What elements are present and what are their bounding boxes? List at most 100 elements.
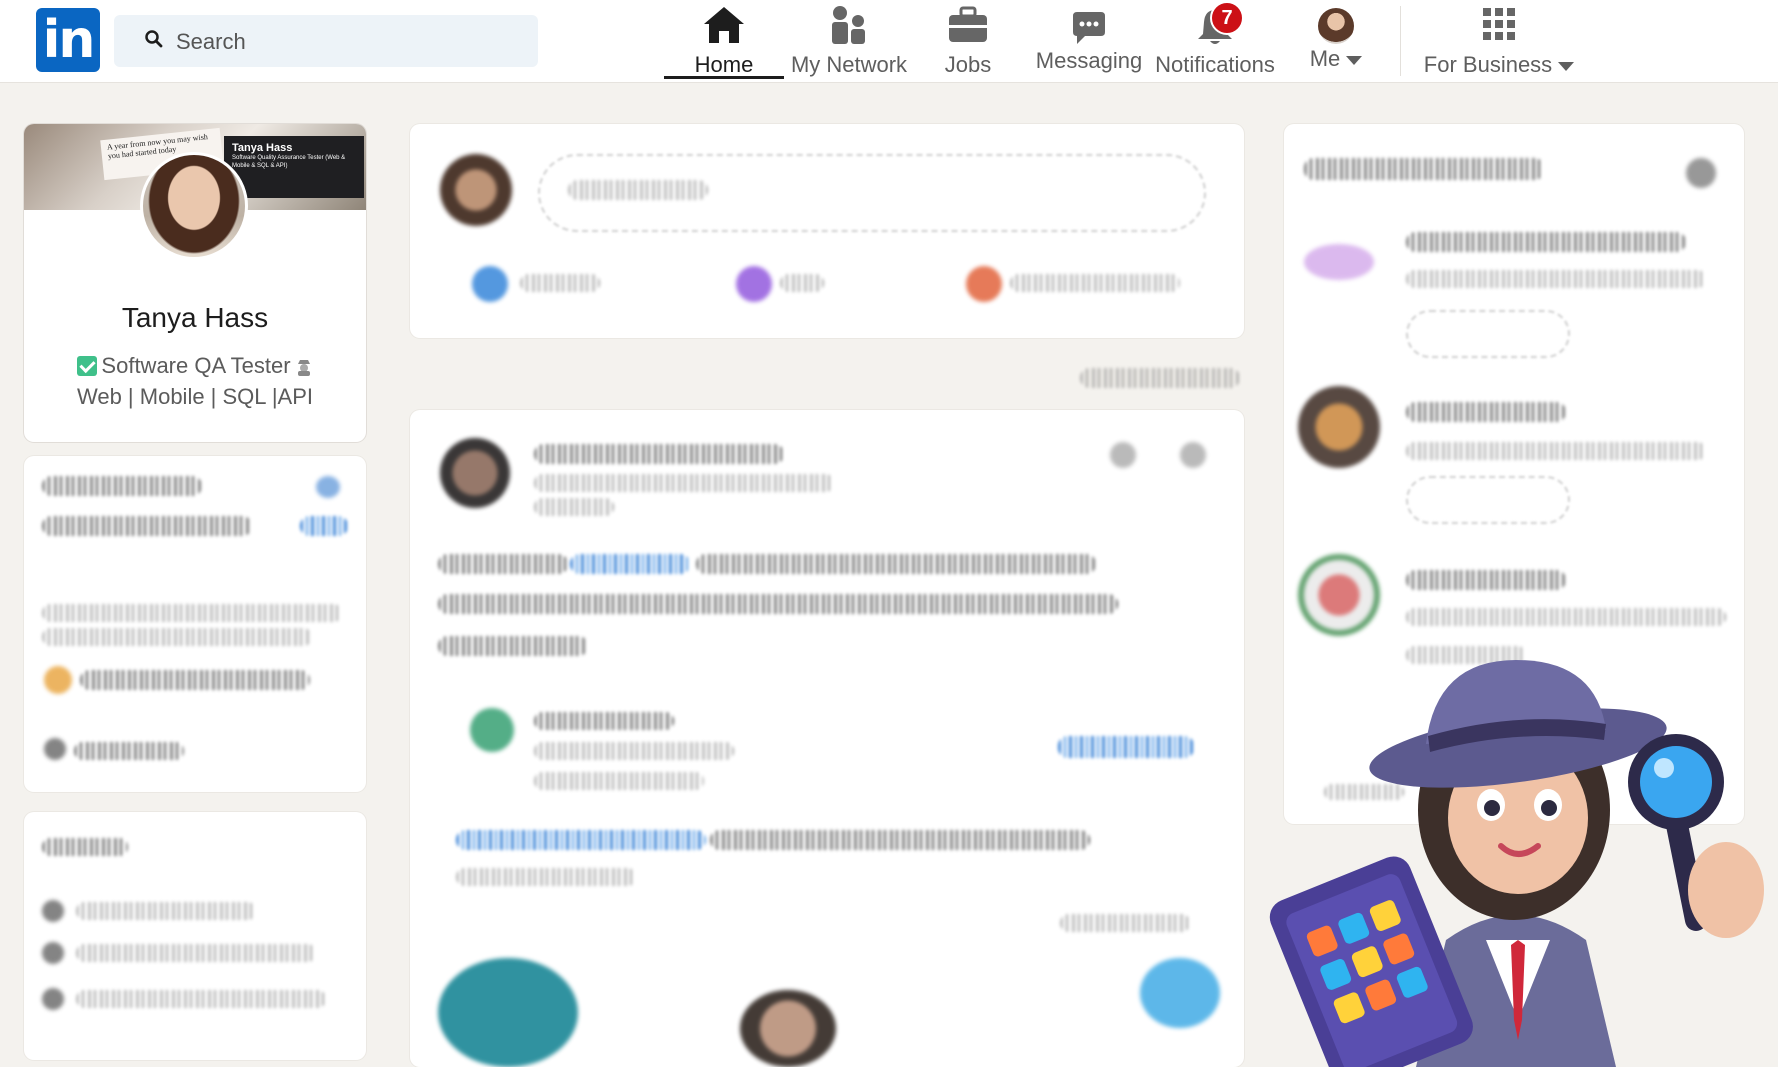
premium-icon — [44, 666, 72, 694]
reaction-icon[interactable] — [1140, 958, 1220, 1028]
follow-button[interactable] — [1406, 310, 1570, 358]
company-logo[interactable] — [470, 708, 514, 752]
redacted-text — [42, 838, 128, 856]
close-icon[interactable] — [1180, 442, 1206, 468]
redacted-text — [438, 554, 568, 574]
sort-by-redacted[interactable] — [1080, 368, 1240, 388]
info-icon[interactable] — [1686, 158, 1716, 188]
redacted-text — [710, 830, 1090, 850]
redacted-count — [300, 516, 348, 536]
recent-card — [24, 812, 366, 1060]
nav-messaging-label: Messaging — [1035, 48, 1143, 73]
nav-me[interactable]: Me — [1298, 0, 1374, 82]
redacted-text — [534, 444, 784, 464]
redacted-text — [780, 274, 824, 292]
redacted-text — [76, 990, 326, 1008]
detective-icon — [297, 360, 310, 376]
network-icon — [832, 6, 865, 44]
redacted-text — [1406, 270, 1706, 288]
redacted-text — [568, 180, 708, 200]
profile-stats-card — [24, 456, 366, 792]
follow-button[interactable] — [1058, 736, 1194, 758]
redacted-text — [42, 476, 202, 496]
nav-divider — [1400, 6, 1401, 76]
chevron-down-icon — [1346, 55, 1363, 65]
nav-home[interactable]: Home — [664, 0, 784, 82]
redacted-text — [42, 604, 342, 622]
redacted-text — [534, 474, 834, 492]
banner-card-name: Tanya Hass — [232, 142, 293, 154]
nav-notifications-label: Notifications — [1155, 52, 1275, 77]
notification-count-badge: 7 — [1210, 1, 1244, 35]
check-icon — [77, 356, 98, 376]
post-author-avatar[interactable] — [440, 438, 510, 508]
group-icon — [42, 942, 64, 964]
headline-line2: Web | Mobile | SQL |API — [76, 384, 314, 409]
redacted-text — [74, 742, 184, 760]
search-box[interactable] — [114, 15, 538, 69]
banner-card-line: Software Quality Assurance Tester (Web &… — [232, 155, 346, 169]
bookmark-icon — [44, 738, 66, 760]
profile-avatar[interactable] — [140, 152, 248, 260]
redacted-text — [1060, 914, 1190, 932]
suggestion-avatar[interactable] — [1298, 554, 1380, 636]
share-box-card — [410, 124, 1244, 338]
redacted-link[interactable] — [456, 830, 706, 850]
nav-my-network-label: My Network — [790, 52, 908, 77]
article-icon[interactable] — [966, 266, 1002, 302]
follow-button[interactable] — [1406, 476, 1570, 524]
redacted-text — [534, 742, 734, 760]
redacted-text — [1406, 402, 1566, 422]
suggestion-avatar[interactable] — [1298, 386, 1380, 468]
redacted-text — [696, 554, 1096, 574]
redacted-text — [520, 274, 600, 292]
home-icon — [704, 7, 744, 43]
redacted-link[interactable] — [570, 554, 690, 574]
redacted-text — [42, 516, 252, 536]
redacted-count — [316, 476, 340, 498]
suggestion-avatar[interactable] — [1304, 244, 1374, 280]
user-avatar[interactable] — [440, 154, 512, 226]
more-options-icon[interactable] — [1110, 442, 1136, 468]
profile-name[interactable]: Tanya Hass — [24, 302, 366, 334]
profile-card[interactable]: A year from now you may wish you had sta… — [24, 124, 366, 442]
nav-me-label: Me — [1298, 46, 1374, 72]
headline-line1: Software QA Tester — [101, 353, 291, 378]
redacted-text — [1406, 570, 1566, 590]
profile-headline: Software QA Tester Web | Mobile | SQL |A… — [44, 350, 346, 412]
redacted-text — [80, 670, 310, 690]
nav-for-business[interactable]: For Business — [1420, 0, 1578, 82]
redacted-title — [1304, 158, 1544, 180]
redacted-text — [76, 902, 256, 920]
search-input[interactable] — [174, 15, 518, 69]
video-icon[interactable] — [736, 266, 772, 302]
detective-sticker — [1269, 660, 1764, 1067]
feed-post-card — [410, 410, 1244, 1067]
redacted-text — [456, 868, 636, 886]
chevron-down-icon — [1558, 61, 1575, 71]
redacted-text — [438, 636, 588, 656]
redacted-text — [42, 628, 312, 646]
reactor-avatar[interactable] — [740, 990, 836, 1067]
group-icon — [42, 900, 64, 922]
nav-jobs[interactable]: Jobs — [928, 0, 1008, 82]
photo-icon[interactable] — [472, 266, 508, 302]
chat-icon — [1073, 12, 1105, 44]
redacted-text — [534, 712, 674, 730]
redacted-text — [1406, 608, 1726, 626]
nav-jobs-label: Jobs — [944, 52, 992, 77]
redacted-text — [1010, 274, 1180, 292]
redacted-text — [438, 594, 1118, 614]
linkedin-logo[interactable]: in — [36, 8, 100, 72]
post-image[interactable] — [438, 958, 578, 1067]
briefcase-icon — [949, 6, 987, 42]
redacted-text — [534, 498, 614, 516]
top-navigation: in Home My Network Jobs — [0, 0, 1778, 83]
nav-my-network[interactable]: My Network — [784, 0, 914, 82]
nav-messaging[interactable]: Messaging — [1034, 0, 1144, 82]
redacted-text — [1406, 232, 1686, 252]
nav-home-label: Home — [694, 52, 754, 77]
search-icon — [145, 30, 163, 48]
group-icon — [42, 988, 64, 1010]
grid-icon — [1483, 8, 1515, 40]
